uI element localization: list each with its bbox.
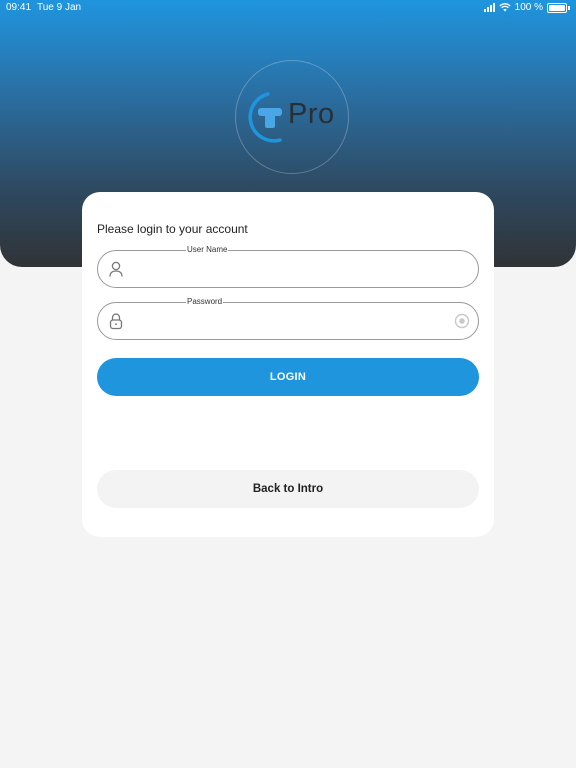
lock-icon	[109, 313, 123, 330]
cellular-signal-icon	[483, 3, 495, 12]
login-card: Please login to your account User Name P…	[82, 192, 494, 537]
password-field[interactable]: Password	[97, 296, 479, 341]
login-card-title: Please login to your account	[97, 222, 248, 236]
logo-mark-icon	[248, 92, 282, 143]
username-field[interactable]: User Name	[97, 244, 479, 289]
user-icon	[109, 261, 123, 277]
username-input[interactable]	[134, 251, 442, 289]
status-date: Tue 9 Jan	[37, 2, 82, 13]
password-input[interactable]	[134, 303, 442, 341]
battery-percent: 100 %	[514, 2, 543, 13]
wifi-icon	[498, 3, 511, 12]
status-indicators: 100 %	[483, 2, 570, 13]
back-to-intro-button[interactable]: Back to Intro	[97, 470, 479, 508]
status-bar: 09:41 Tue 9 Jan 100 %	[0, 0, 576, 16]
eye-icon[interactable]	[454, 313, 470, 329]
logo-text: Pro	[288, 98, 335, 130]
battery-icon	[547, 2, 567, 13]
status-time: 09:41	[6, 2, 32, 13]
login-button[interactable]: LOGIN	[97, 358, 479, 396]
